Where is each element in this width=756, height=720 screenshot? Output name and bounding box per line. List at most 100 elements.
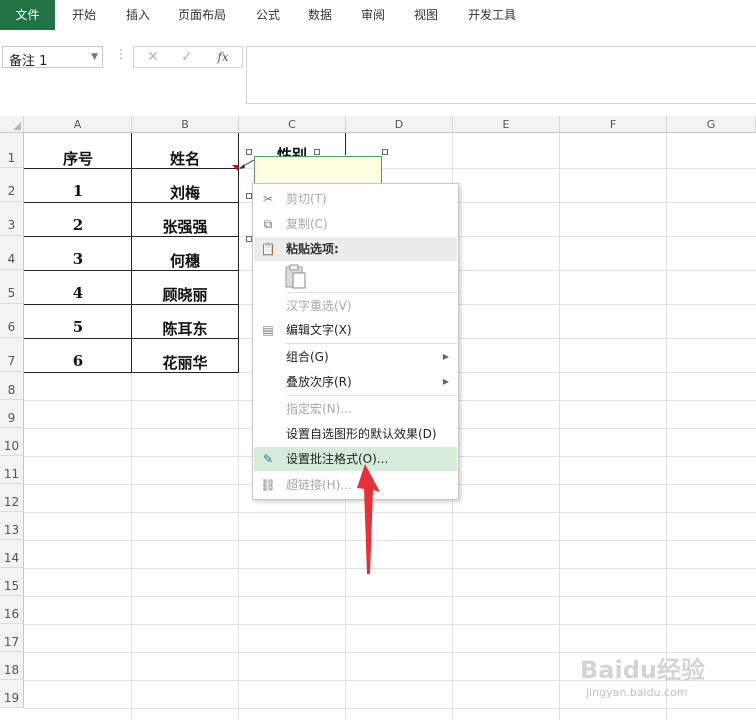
row-header-1[interactable]: 1 [0,133,24,168]
row-header-17[interactable]: 17 [0,624,24,652]
table-border [345,133,346,155]
gridline [24,624,756,625]
gridline [666,133,667,720]
tab-home[interactable]: 开始 [62,0,106,30]
cell-a7[interactable]: 6 [25,352,131,370]
cell-b1[interactable]: 姓名 [132,148,238,169]
menu-item-group[interactable]: 组合(G) ▶ [254,345,457,369]
cell-a2[interactable]: 1 [25,182,131,200]
row-header-16[interactable]: 16 [0,596,24,624]
tab-data[interactable]: 数据 [298,0,342,30]
cell-b4[interactable]: 何穗 [132,250,238,271]
annotation-arrow-icon [357,464,380,574]
hyperlink-icon: ⛓ [260,478,276,492]
row-header-3[interactable]: 3 [0,202,24,236]
row-header-11[interactable]: 11 [0,456,24,484]
menu-item-cut[interactable]: ✂ 剪切(T) [254,187,457,211]
menu-item-label: 编辑文字(X) [286,323,352,337]
paste-icon: 📋 [260,242,276,256]
cancel-icon[interactable]: ✕ [138,48,168,66]
cell-a4[interactable]: 3 [25,250,131,268]
menu-item-label: 剪切(T) [286,192,327,206]
gridline [24,596,756,597]
menu-header-paste-options: 📋 粘贴选项: [254,237,457,261]
column-header-d[interactable]: D [346,116,453,133]
row-header-19[interactable]: 19 [0,680,24,708]
column-header-c[interactable]: C [239,116,346,133]
cell-c1[interactable]: 性别 [239,144,345,156]
gridline [559,133,560,720]
row-header-6[interactable]: 6 [0,304,24,338]
gridline [24,568,756,569]
cell-b6[interactable]: 陈耳东 [132,318,238,339]
check-icon[interactable]: ✓ [172,48,202,66]
menu-item-edit-text[interactable]: ▤ 编辑文字(X) [254,318,457,342]
cell-a5[interactable]: 4 [25,284,131,302]
paste-option-icon[interactable] [285,264,307,290]
watermark-logo: Baidu经验 [580,656,705,684]
excel-window: 文件 开始 插入 页面布局 公式 数据 审阅 视图 开发工具 备注 1 ▼ ⋮ … [0,0,756,720]
menu-item-copy[interactable]: ⧉ 复制(C) [254,212,457,236]
tab-view[interactable]: 视图 [404,0,448,30]
formula-input[interactable] [246,46,756,104]
menu-item-label: 粘贴选项: [286,242,339,256]
row-header-8[interactable]: 8 [0,372,24,400]
row-header-10[interactable]: 10 [0,428,24,456]
formula-bar: 备注 1 ▼ ⋮ ✕ ✓ fx [0,30,756,120]
cell-b3[interactable]: 张强强 [132,216,238,237]
column-header-f[interactable]: F [560,116,667,133]
row-header-15[interactable]: 15 [0,568,24,596]
cell-b7[interactable]: 花丽华 [132,352,238,373]
menu-item-assign-macro[interactable]: 指定宏(N)... [254,397,457,421]
gridline [24,512,756,513]
row-header-7[interactable]: 7 [0,338,24,372]
resize-handle[interactable] [382,149,388,155]
name-box-value: 备注 1 [9,54,48,69]
resize-handle[interactable] [314,149,320,155]
chevron-down-icon[interactable]: ▼ [91,52,98,62]
row-header-14[interactable]: 14 [0,540,24,568]
tab-file[interactable]: 文件 [0,0,55,30]
row-header-18[interactable]: 18 [0,652,24,680]
select-all-icon [13,122,21,130]
menu-separator [285,343,457,344]
column-header-g[interactable]: G [667,116,756,133]
menu-item-label: 设置自选图形的默认效果(D) [286,427,437,441]
menu-item-order[interactable]: 叠放次序(R) ▶ [254,370,457,394]
resize-handle[interactable] [246,149,252,155]
drag-handle-icon[interactable]: ⋮ [115,47,127,61]
tab-developer[interactable]: 开发工具 [460,0,524,30]
tab-page-layout[interactable]: 页面布局 [170,0,234,30]
row-header-13[interactable]: 13 [0,512,24,540]
column-header-e[interactable]: E [453,116,560,133]
cell-a6[interactable]: 5 [25,318,131,336]
tab-formulas[interactable]: 公式 [246,0,290,30]
cell-b5[interactable]: 顾晓丽 [132,284,238,305]
menu-separator [285,395,457,396]
menu-item-default-shape-effect[interactable]: 设置自选图形的默认效果(D) [254,422,457,446]
menu-item-reconvert[interactable]: 汉字重选(V) [254,294,457,318]
format-comment-icon: ✎ [262,452,274,466]
row-header-9[interactable]: 9 [0,400,24,428]
tab-review[interactable]: 审阅 [351,0,395,30]
menu-item-label: 指定宏(N)... [286,402,352,416]
cell-a1[interactable]: 序号 [25,148,131,169]
row-header-4[interactable]: 4 [0,236,24,270]
column-header-b[interactable]: B [132,116,239,133]
select-all-button[interactable] [0,116,24,133]
tab-insert[interactable]: 插入 [116,0,160,30]
submenu-arrow-icon: ▶ [442,377,449,386]
row-header-5[interactable]: 5 [0,270,24,304]
cell-b2[interactable]: 刘梅 [132,182,238,203]
edit-text-icon: ▤ [262,323,274,337]
ribbon-tab-bar: 文件 开始 插入 页面布局 公式 数据 审阅 视图 开发工具 [0,0,756,30]
insert-function-icon[interactable]: fx [208,48,238,66]
copy-icon: ⧉ [263,217,273,231]
cell-a3[interactable]: 2 [25,216,131,234]
menu-item-label: 叠放次序(R) [286,375,352,389]
row-header-12[interactable]: 12 [0,484,24,512]
name-box[interactable]: 备注 1 ▼ [2,46,103,69]
column-header-a[interactable]: A [24,116,132,133]
row-header-2[interactable]: 2 [0,168,24,202]
gridline [24,708,756,709]
